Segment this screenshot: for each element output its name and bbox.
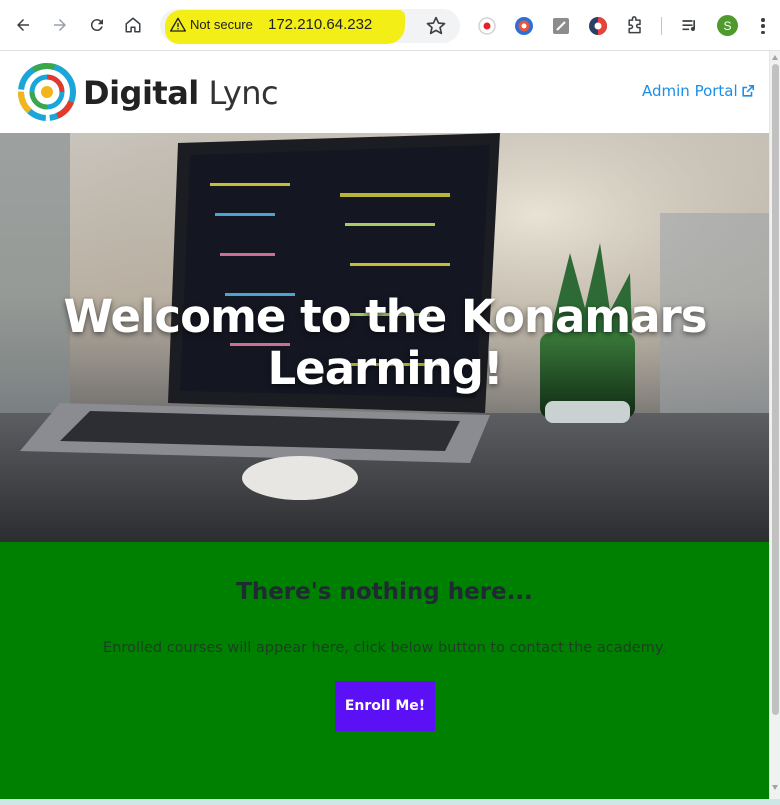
admin-portal-link[interactable]: Admin Portal	[642, 82, 755, 100]
scroll-up-arrow-icon[interactable]	[772, 55, 778, 60]
reload-icon	[90, 19, 103, 32]
forward-button[interactable]	[46, 11, 74, 39]
edit-extension-icon[interactable]	[551, 16, 571, 36]
scroll-thumb[interactable]	[772, 64, 779, 715]
reload-button[interactable]	[83, 11, 111, 39]
logo-wordmark[interactable]: Digital Lync	[83, 74, 279, 112]
warning-icon[interactable]	[170, 17, 186, 33]
profile-avatar[interactable]: S	[717, 15, 738, 36]
site-header: Digital Lync Admin Portal	[0, 51, 769, 133]
back-button[interactable]	[9, 11, 37, 39]
enroll-me-button[interactable]: Enroll Me!	[335, 681, 435, 731]
home-button[interactable]	[119, 11, 147, 39]
record-extension-icon[interactable]	[477, 16, 497, 36]
hero-banner: Welcome to the Konamars Learning!	[0, 133, 769, 542]
empty-state-heading: There's nothing here...	[236, 579, 533, 605]
screenshot-extension-icon[interactable]	[588, 16, 608, 36]
logo-word-light: Lync	[208, 74, 279, 112]
logo-word-bold: Digital	[83, 74, 199, 112]
external-link-icon	[742, 84, 754, 97]
url-text[interactable]: 172.210.64.232	[268, 16, 372, 33]
media-queue-icon[interactable]	[680, 16, 700, 36]
browser-toolbar: Not secure 172.210.64.232 S	[0, 0, 780, 51]
more-menu-icon[interactable]	[755, 15, 771, 37]
page-scrollbar[interactable]	[769, 51, 780, 799]
bottom-strip	[0, 799, 780, 805]
digital-lync-logo-icon[interactable]	[17, 62, 77, 122]
enroll-section: There's nothing here... Enrolled courses…	[0, 542, 769, 799]
toolbar-separator	[661, 17, 662, 35]
empty-state-message: Enrolled courses will appear here, click…	[103, 640, 666, 656]
home-icon	[125, 17, 141, 33]
extensions-puzzle-icon[interactable]	[625, 16, 645, 36]
security-label[interactable]: Not secure	[190, 17, 253, 32]
scroll-down-arrow-icon[interactable]	[772, 785, 778, 790]
bookmark-star-icon[interactable]	[425, 15, 447, 37]
page-viewport: Digital Lync Admin Portal Welcome to the…	[0, 51, 769, 799]
forward-icon	[54, 19, 66, 31]
admin-portal-label: Admin Portal	[642, 82, 738, 100]
hero-title: Welcome to the Konamars Learning!	[63, 290, 707, 395]
back-icon	[17, 19, 29, 31]
shield-extension-icon[interactable]	[514, 16, 534, 36]
